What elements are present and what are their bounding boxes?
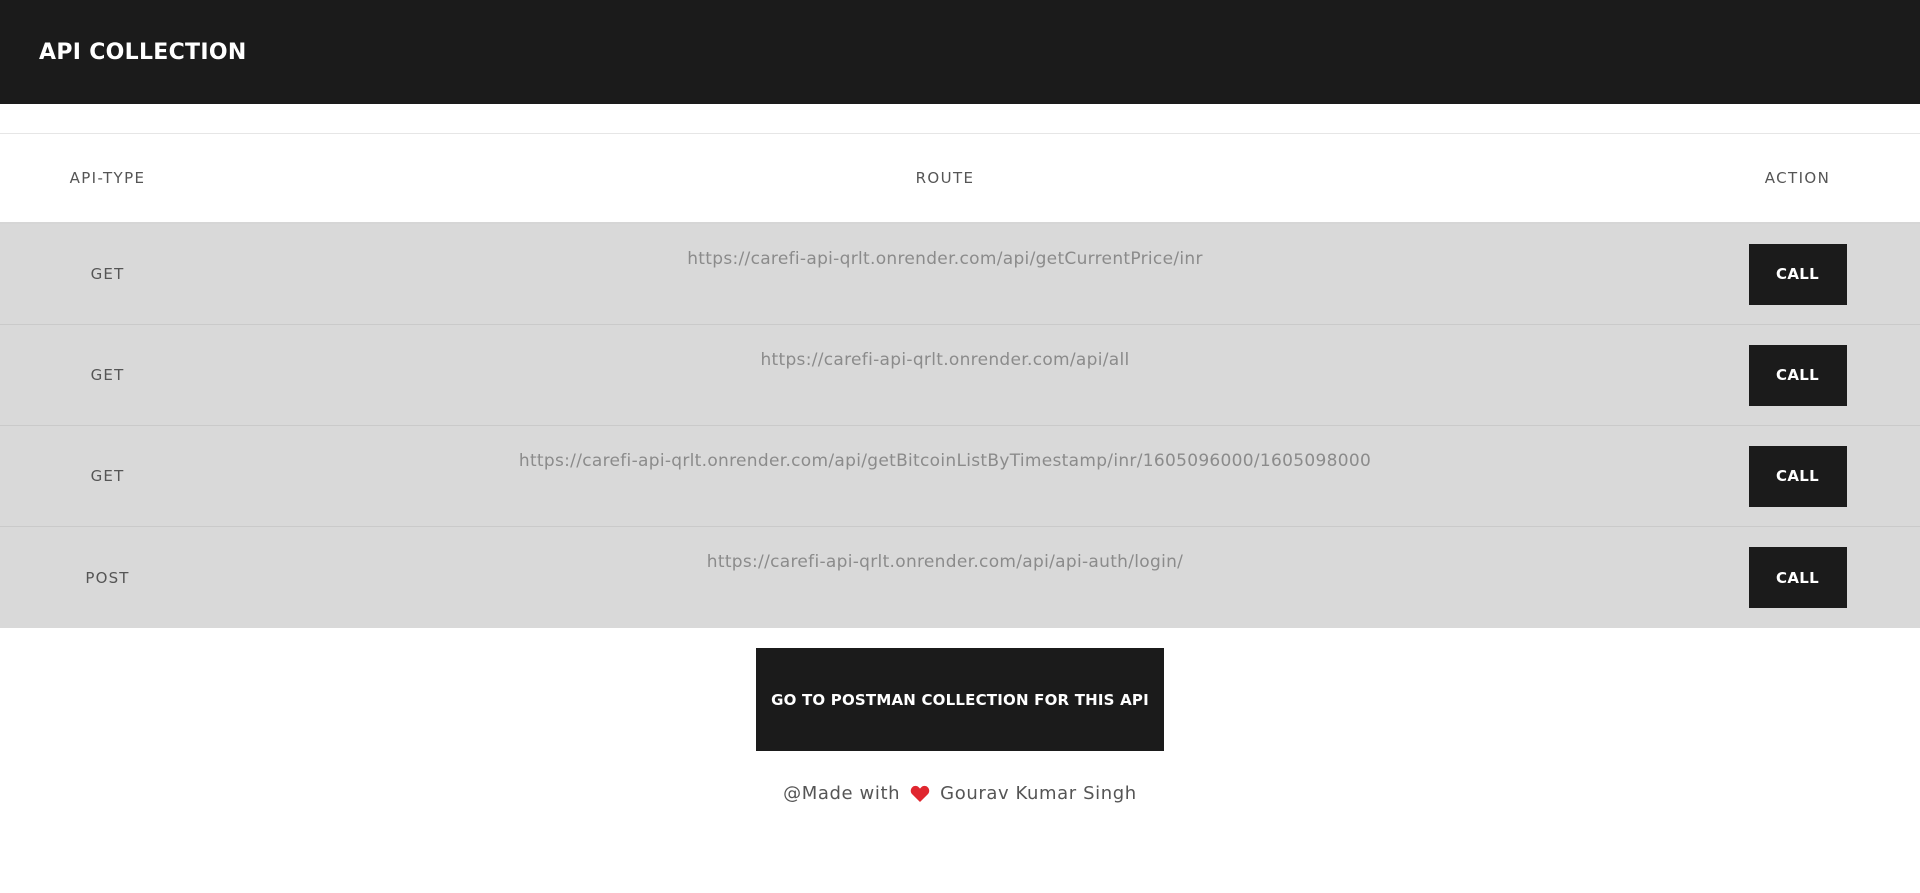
spacer xyxy=(0,104,1920,134)
api-type-cell: POST xyxy=(85,568,130,587)
footer: @Made with Gourav Kumar Singh xyxy=(0,783,1920,804)
route-cell: https://carefi-api-qrlt.onrender.com/api… xyxy=(706,552,1184,572)
footer-author: Gourav Kumar Singh xyxy=(940,783,1137,804)
column-header-action: ACTION xyxy=(1764,169,1831,187)
cta-container: GO TO POSTMAN COLLECTION FOR THIS API xyxy=(0,648,1920,751)
api-type-cell: GET xyxy=(90,265,125,283)
column-header-route: ROUTE xyxy=(915,169,975,187)
page-title: API COLLECTION xyxy=(39,39,247,65)
api-type-cell: GET xyxy=(90,467,125,485)
action-cell: CALL xyxy=(1675,224,1920,324)
table-row: GET https://carefi-api-qrlt.onrender.com… xyxy=(0,426,1920,527)
route-cell: https://carefi-api-qrlt.onrender.com/api… xyxy=(518,451,1372,471)
app-header: API COLLECTION xyxy=(0,0,1920,104)
action-cell: CALL xyxy=(1675,527,1920,628)
call-button[interactable]: CALL xyxy=(1748,243,1847,305)
api-type-cell: GET xyxy=(90,366,125,384)
call-button[interactable]: CALL xyxy=(1748,344,1847,406)
action-cell: CALL xyxy=(1675,325,1920,425)
postman-collection-button[interactable]: GO TO POSTMAN COLLECTION FOR THIS API xyxy=(756,648,1164,751)
table-row: POST https://carefi-api-qrlt.onrender.co… xyxy=(0,527,1920,628)
call-button[interactable]: CALL xyxy=(1748,547,1847,608)
footer-prefix: @Made with xyxy=(783,783,901,804)
column-header-api-type: API-TYPE xyxy=(69,169,146,187)
call-button[interactable]: CALL xyxy=(1748,445,1847,507)
route-cell: https://carefi-api-qrlt.onrender.com/api… xyxy=(687,249,1203,269)
table-header: API-TYPE ROUTE ACTION xyxy=(0,134,1920,224)
table-row: GET https://carefi-api-qrlt.onrender.com… xyxy=(0,325,1920,426)
table-row: GET https://carefi-api-qrlt.onrender.com… xyxy=(0,224,1920,325)
action-cell: CALL xyxy=(1675,426,1920,526)
route-cell: https://carefi-api-qrlt.onrender.com/api… xyxy=(760,350,1130,370)
table-body: GET https://carefi-api-qrlt.onrender.com… xyxy=(0,224,1920,628)
heart-icon xyxy=(910,785,930,803)
